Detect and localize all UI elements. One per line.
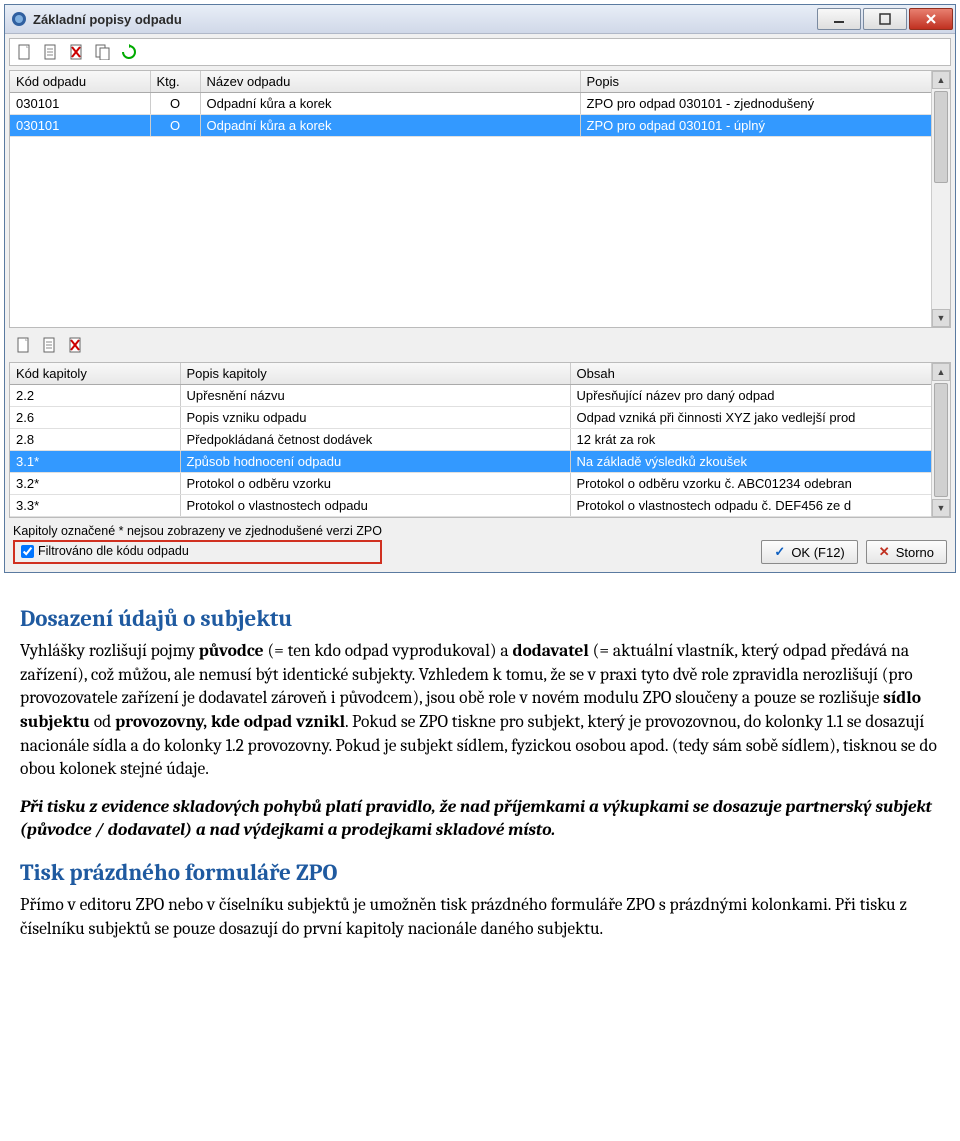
col-kod-kapitoly[interactable]: Kód kapitoly: [10, 363, 180, 385]
grid-bottom-panel: Kód kapitoly Popis kapitoly Obsah 2.2Upř…: [9, 362, 951, 518]
table-row[interactable]: 2.2Upřesnění názvuUpřesňující název pro …: [10, 385, 932, 407]
minimize-button[interactable]: [817, 8, 861, 30]
cell: Upřesňující název pro daný odpad: [570, 385, 932, 407]
cancel-button[interactable]: ✕ Storno: [866, 540, 947, 564]
refresh-icon[interactable]: [120, 43, 138, 61]
ok-button-label: OK (F12): [791, 545, 844, 560]
cell: Na základě výsledků zkoušek: [570, 451, 932, 473]
paragraph: Přímo v editoru ZPO nebo v číselníku sub…: [20, 894, 940, 941]
maximize-button[interactable]: [863, 8, 907, 30]
filter-checkbox-label: Filtrováno dle kódu odpadu: [38, 544, 189, 558]
cell: 3.3*: [10, 495, 180, 517]
scroll-thumb[interactable]: [934, 383, 948, 497]
cell: ZPO pro odpad 030101 - úplný: [580, 115, 932, 137]
cell: Odpadní kůra a korek: [200, 93, 580, 115]
col-popis-kapitoly[interactable]: Popis kapitoly: [180, 363, 570, 385]
grid-bottom-header: Kód kapitoly Popis kapitoly Obsah: [10, 363, 932, 385]
toolbar-top: [9, 38, 951, 66]
scrollbar-vertical[interactable]: ▲ ▼: [931, 71, 950, 327]
new-icon[interactable]: [16, 43, 34, 61]
cell: 3.1*: [10, 451, 180, 473]
cell: Odpad vzniká při činnosti XYZ jako vedle…: [570, 407, 932, 429]
cell: Protokol o odběru vzorku: [180, 473, 570, 495]
cell: Protokol o vlastnostech odpadu č. DEF456…: [570, 495, 932, 517]
grid-bottom[interactable]: Kód kapitoly Popis kapitoly Obsah 2.2Upř…: [10, 363, 932, 517]
cell: O: [150, 115, 200, 137]
table-row[interactable]: 030101OOdpadní kůra a korekZPO pro odpad…: [10, 93, 932, 115]
table-row[interactable]: 2.6Popis vzniku odpaduOdpad vzniká při č…: [10, 407, 932, 429]
grid-top[interactable]: Kód odpadu Ktg. Název odpadu Popis 03010…: [10, 71, 932, 137]
window-title: Základní popisy odpadu: [33, 12, 182, 27]
cell: 030101: [10, 115, 150, 137]
grid-top-panel: Kód odpadu Ktg. Název odpadu Popis 03010…: [9, 70, 951, 328]
cell: ZPO pro odpad 030101 - zjednodušený: [580, 93, 932, 115]
grid-top-header: Kód odpadu Ktg. Název odpadu Popis: [10, 71, 932, 93]
edit-icon[interactable]: [41, 336, 59, 354]
cell: 2.2: [10, 385, 180, 407]
scroll-up-icon[interactable]: ▲: [932, 363, 950, 381]
cell: 3.2*: [10, 473, 180, 495]
paragraph-emphasis: Při tisku z evidence skladových pohybů p…: [20, 796, 940, 843]
cell: 2.6: [10, 407, 180, 429]
delete-icon[interactable]: [68, 43, 86, 61]
scroll-up-icon[interactable]: ▲: [932, 71, 950, 89]
cell: Upřesnění názvu: [180, 385, 570, 407]
delete-icon[interactable]: [67, 336, 85, 354]
check-icon: ✓: [774, 544, 785, 560]
cell: Protokol o vlastnostech odpadu: [180, 495, 570, 517]
cell: O: [150, 93, 200, 115]
document-body: Dosazení údajů o subjektu Vyhlášky rozli…: [0, 577, 960, 985]
dialog-window: Základní popisy odpadu K: [4, 4, 956, 573]
cell: Odpadní kůra a korek: [200, 115, 580, 137]
cell: 030101: [10, 93, 150, 115]
col-obsah[interactable]: Obsah: [570, 363, 932, 385]
col-ktg[interactable]: Ktg.: [150, 71, 200, 93]
cancel-button-label: Storno: [896, 545, 934, 560]
filter-checkbox[interactable]: [21, 545, 34, 558]
scroll-down-icon[interactable]: ▼: [932, 499, 950, 517]
table-row[interactable]: 3.3*Protokol o vlastnostech odpaduProtok…: [10, 495, 932, 517]
ok-button[interactable]: ✓ OK (F12): [761, 540, 857, 564]
scroll-down-icon[interactable]: ▼: [932, 309, 950, 327]
app-icon: [11, 11, 27, 27]
filter-checkbox-box: Filtrováno dle kódu odpadu: [13, 540, 382, 564]
cell: 12 krát za rok: [570, 429, 932, 451]
cell: Předpokládaná četnost dodávek: [180, 429, 570, 451]
close-button[interactable]: [909, 8, 953, 30]
table-row[interactable]: 030101OOdpadní kůra a korekZPO pro odpad…: [10, 115, 932, 137]
cell: Protokol o odběru vzorku č. ABC01234 ode…: [570, 473, 932, 495]
col-nazev-odpadu[interactable]: Název odpadu: [200, 71, 580, 93]
heading-tisk: Tisk prázdného formuláře ZPO: [20, 857, 940, 888]
cross-icon: ✕: [879, 544, 890, 560]
table-row[interactable]: 2.8Předpokládaná četnost dodávek12 krát …: [10, 429, 932, 451]
copy-icon[interactable]: [94, 43, 112, 61]
col-kod-odpadu[interactable]: Kód odpadu: [10, 71, 150, 93]
table-row[interactable]: 3.1*Způsob hodnocení odpaduNa základě vý…: [10, 451, 932, 473]
table-row[interactable]: 3.2*Protokol o odběru vzorkuProtokol o o…: [10, 473, 932, 495]
heading-dosazeni: Dosazení údajů o subjektu: [20, 603, 940, 634]
cell: Popis vzniku odpadu: [180, 407, 570, 429]
cell: Způsob hodnocení odpadu: [180, 451, 570, 473]
titlebar: Základní popisy odpadu: [5, 5, 955, 34]
scroll-thumb[interactable]: [934, 91, 948, 183]
col-popis[interactable]: Popis: [580, 71, 932, 93]
footer-note: Kapitoly označené * nejsou zobrazeny ve …: [13, 524, 382, 538]
edit-icon[interactable]: [42, 43, 60, 61]
toolbar-middle: [9, 332, 951, 358]
footer: Kapitoly označené * nejsou zobrazeny ve …: [9, 522, 951, 568]
cell: 2.8: [10, 429, 180, 451]
new-icon[interactable]: [15, 336, 33, 354]
paragraph: Vyhlášky rozlišují pojmy původce (= ten …: [20, 640, 940, 782]
scrollbar-vertical[interactable]: ▲ ▼: [931, 363, 950, 517]
